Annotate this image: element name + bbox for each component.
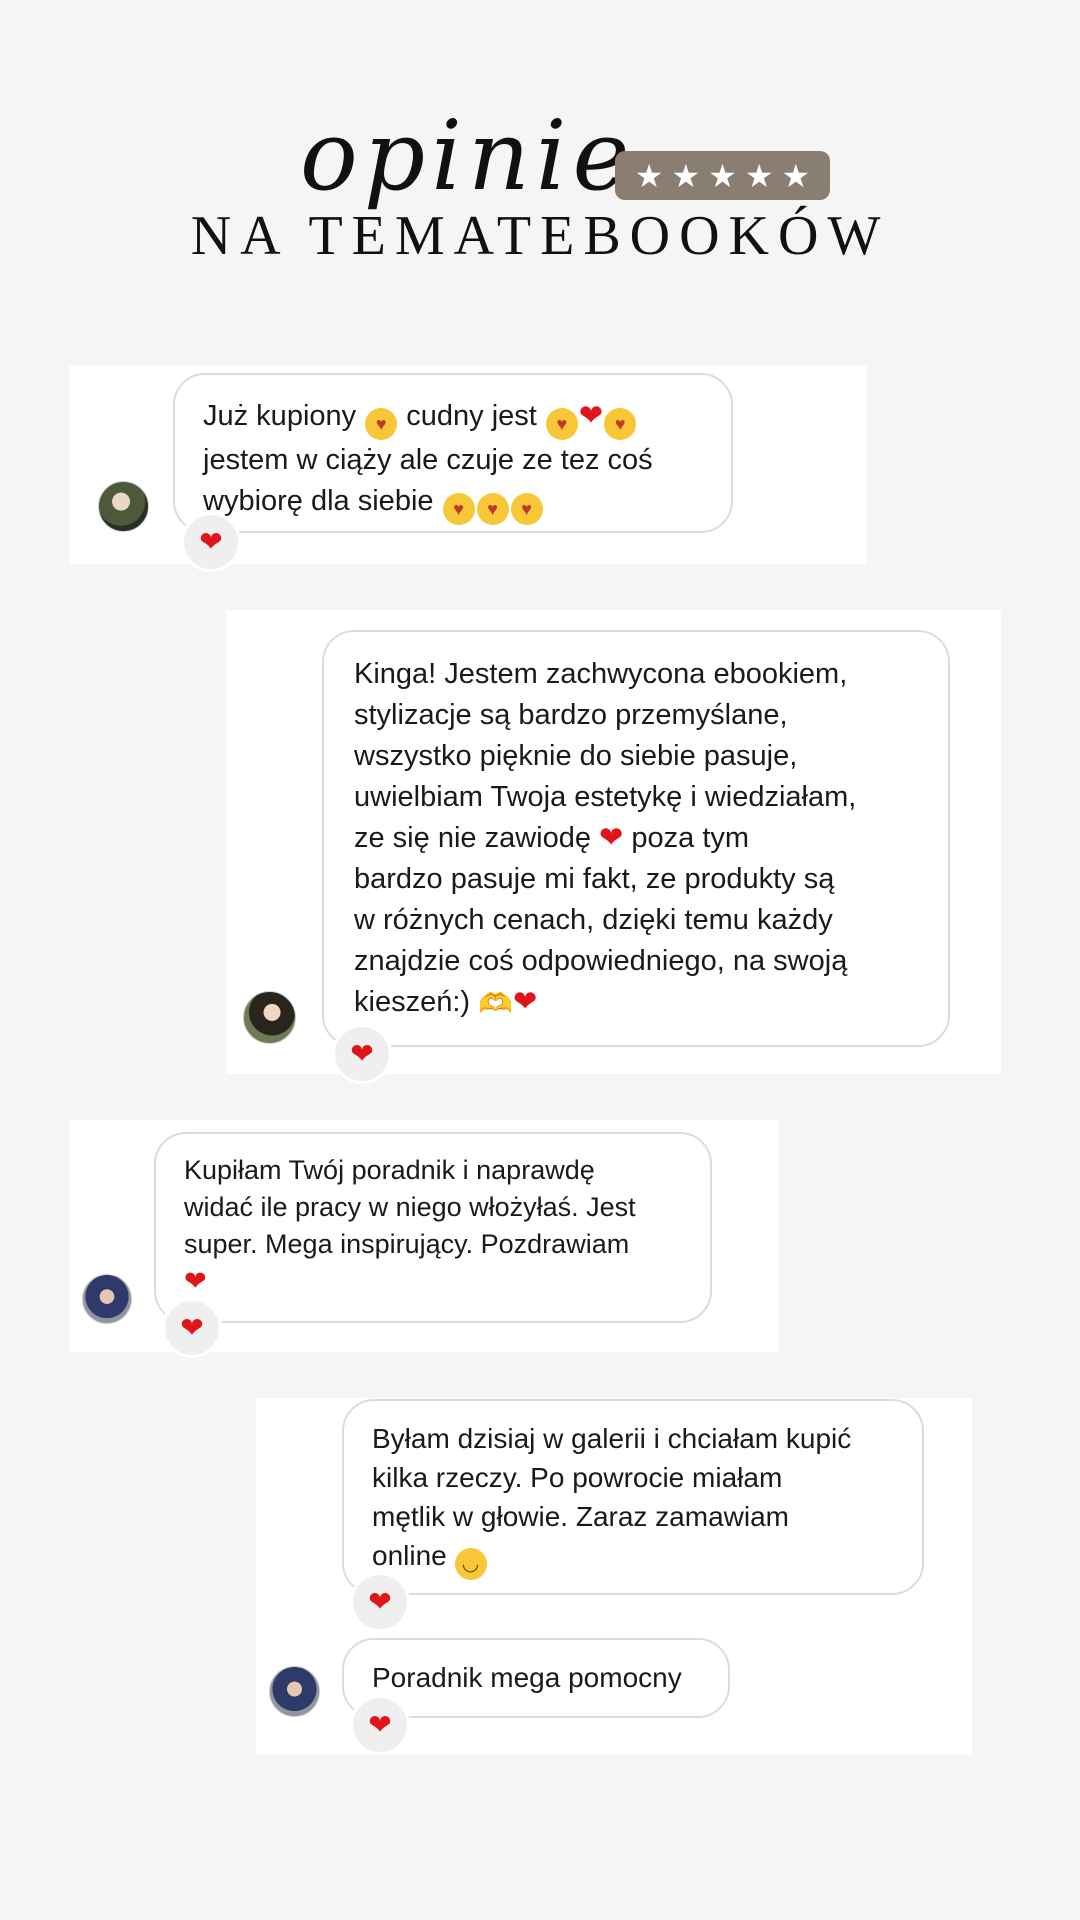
heart-reaction-icon[interactable]: ❤ xyxy=(162,1298,222,1358)
heart-icon: ❤ xyxy=(184,1266,207,1296)
message-line: Kinga! Jestem zachwycona ebookiem, xyxy=(354,658,848,690)
message-bubble: Już kupiony ♥ cudny jest ♥ ❤ ♥ jestem w ci… xyxy=(173,373,733,533)
avatar xyxy=(98,481,149,532)
heart-eyes-emoji-icon: ♥ xyxy=(545,408,578,440)
heart-reaction-icon[interactable]: ❤ xyxy=(332,1024,392,1084)
heart-eyes-emoji-icon: ♥ xyxy=(365,408,398,440)
heart-eyes-emoji-icon: ♥ xyxy=(476,493,509,525)
message-bubble: Kupiłam Twój poradnik i naprawdę widać i… xyxy=(154,1132,712,1323)
star-icon: ★ xyxy=(781,156,811,195)
review-card: Już kupiony ♥ cudny jest ♥ ❤ ♥ jestem w ci… xyxy=(69,365,867,572)
heart-icon: ❤ xyxy=(512,986,538,1018)
avatar xyxy=(269,1666,320,1717)
star-icon: ★ xyxy=(708,156,737,195)
message-line: w różnych cenach, dzięki temu każdy xyxy=(354,904,833,936)
message-line: Już kupiony ♥ cudny jest ♥ ❤ ♥ xyxy=(203,396,703,440)
avatar xyxy=(243,991,296,1044)
message-line: Kupiłam Twój poradnik i naprawdę xyxy=(184,1155,595,1185)
heart-icon: ❤ xyxy=(578,400,604,432)
star-icon: ★ xyxy=(634,156,664,195)
message-line: widać ile pracy w niego włożyłaś. Jest xyxy=(184,1192,636,1222)
star-icon: ★ xyxy=(671,156,701,195)
message-line: mętlik w głowie. Zaraz zamawiam xyxy=(372,1501,789,1532)
message-line: Poradnik mega pomocny xyxy=(372,1662,682,1693)
star-icon: ★ xyxy=(744,156,774,195)
heart-hands-emoji-icon: 🫶 xyxy=(478,988,513,1019)
header: opinie ★ ★ ★ ★ ★ NA TEMATEBOOKÓW xyxy=(0,0,1080,300)
heart-reaction-icon[interactable]: ❤ xyxy=(181,512,241,572)
message-line: ze się nie zawiodę ❤ poza tym xyxy=(354,822,750,854)
avatar xyxy=(82,1274,132,1324)
message-line: ❤ xyxy=(184,1263,682,1300)
review-card: Byłam dzisiaj w galerii i chciałam kupić… xyxy=(256,1398,972,1755)
page-subtitle: NA TEMATEBOOKÓW xyxy=(190,205,890,267)
page-title-script: opinie xyxy=(300,100,636,212)
message-line: stylizacje są bardzo przemyślane, xyxy=(354,699,788,731)
rating-badge: ★ ★ ★ ★ ★ xyxy=(615,151,830,200)
heart-icon: ❤ xyxy=(599,822,624,854)
heart-eyes-emoji-icon: ♥ xyxy=(604,408,637,440)
heart-eyes-emoji-icon: ♥ xyxy=(510,493,543,525)
review-card: Kinga! Jestem zachwycona ebookiem, styli… xyxy=(226,610,1001,1084)
message-line: znajdzie coś odpowiedniego, na swoją xyxy=(354,945,848,977)
message-bubble: Byłam dzisiaj w galerii i chciałam kupić… xyxy=(342,1399,924,1595)
message-line: kieszeń:) 🫶❤ xyxy=(354,986,538,1019)
message-line: super. Mega inspirujący. Pozdrawiam xyxy=(184,1229,630,1259)
smile-emoji-icon: ◡ xyxy=(454,1548,487,1580)
message-line: bardzo pasuje mi fakt, ze produkty są xyxy=(354,863,835,895)
message-bubble: Kinga! Jestem zachwycona ebookiem, styli… xyxy=(322,630,950,1047)
message-line: wybiorę dla siebie ♥ ♥ ♥ xyxy=(203,481,703,525)
heart-eyes-emoji-icon: ♥ xyxy=(442,493,475,525)
message-line: uwielbiam Twoja estetykę i wiedziałam, xyxy=(354,781,857,813)
message-line: online ◡ xyxy=(372,1536,894,1580)
heart-reaction-icon[interactable]: ❤ xyxy=(350,1572,410,1632)
message-line: Byłam dzisiaj w galerii i chciałam kupić xyxy=(372,1423,852,1454)
review-card: Kupiłam Twój poradnik i naprawdę widać i… xyxy=(69,1120,778,1358)
message-line: wszystko pięknie do siebie pasuje, xyxy=(354,740,798,772)
heart-reaction-icon[interactable]: ❤ xyxy=(350,1695,410,1755)
message-line: kilka rzeczy. Po powrocie miałam xyxy=(372,1462,783,1493)
message-line: jestem w ciąży ale czuje ze tez coś xyxy=(203,444,653,476)
